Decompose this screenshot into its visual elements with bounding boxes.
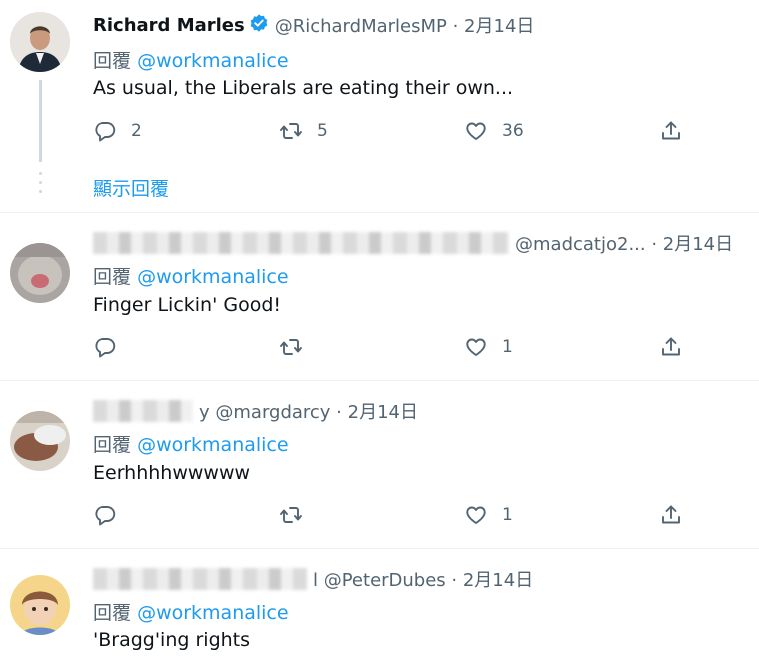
replying-to: 回覆 @workmanalice bbox=[93, 598, 289, 625]
avatar[interactable] bbox=[10, 12, 70, 72]
replying-to: 回覆 @workmanalice bbox=[93, 46, 289, 73]
mention-link[interactable]: @workmanalice bbox=[137, 50, 289, 72]
thread-dots bbox=[39, 172, 42, 199]
like-count: 1 bbox=[502, 505, 513, 525]
like-button[interactable]: 36 bbox=[464, 119, 524, 143]
tweet-text: Finger Lickin' Good! bbox=[93, 294, 282, 316]
mention-link[interactable]: @workmanalice bbox=[137, 434, 289, 456]
thread-line bbox=[39, 80, 42, 162]
verified-badge-icon bbox=[249, 13, 269, 38]
share-button[interactable] bbox=[659, 119, 683, 143]
reply-icon bbox=[95, 122, 116, 142]
share-icon bbox=[662, 505, 680, 524]
replying-label: 回覆 bbox=[93, 50, 132, 72]
tweet-header: Richard Marles @RichardMarlesMP · 2月14日 bbox=[93, 12, 534, 38]
tweet-header: l @PeterDubes · 2月14日 bbox=[93, 566, 533, 592]
share-button[interactable] bbox=[659, 335, 683, 359]
retweet-count: 5 bbox=[317, 121, 328, 141]
tweet-text: 'Bragg'ing rights bbox=[93, 629, 251, 651]
redacted-name bbox=[93, 568, 307, 590]
share-icon bbox=[662, 337, 680, 356]
action-bar: 1 bbox=[93, 335, 693, 365]
handle-and-date[interactable]: y @margdarcy · 2月14日 bbox=[199, 398, 418, 424]
like-count: 36 bbox=[502, 121, 524, 141]
like-count: 1 bbox=[502, 337, 513, 357]
handle-and-date[interactable]: @madcatjo2... · 2月14日 bbox=[515, 230, 733, 256]
retweet-icon bbox=[280, 339, 302, 355]
reply-count: 2 bbox=[131, 121, 142, 141]
tweet-header: @madcatjo2... · 2月14日 bbox=[93, 230, 733, 256]
share-button[interactable] bbox=[659, 503, 683, 527]
redacted-name bbox=[93, 232, 509, 254]
tweet-reply[interactable]: @madcatjo2... · 2月14日 回覆 @workmanalice F… bbox=[0, 213, 759, 380]
replying-label: 回覆 bbox=[93, 266, 132, 288]
reply-button[interactable]: 2 bbox=[93, 119, 142, 143]
reply-icon bbox=[95, 506, 116, 526]
avatar[interactable] bbox=[10, 411, 70, 471]
like-icon bbox=[466, 122, 486, 140]
retweet-icon bbox=[280, 123, 302, 139]
mention-link[interactable]: @workmanalice bbox=[137, 266, 289, 288]
handle-and-date[interactable]: @RichardMarlesMP · 2月14日 bbox=[275, 12, 535, 38]
like-button[interactable]: 1 bbox=[464, 503, 513, 527]
replying-label: 回覆 bbox=[93, 434, 132, 456]
redacted-name bbox=[93, 400, 193, 422]
like-button[interactable]: 1 bbox=[464, 335, 513, 359]
avatar[interactable] bbox=[10, 575, 70, 635]
like-icon bbox=[466, 506, 486, 524]
replying-to: 回覆 @workmanalice bbox=[93, 430, 289, 457]
tweet-text: Eerhhhhwwwww bbox=[93, 462, 251, 484]
tweet-reply[interactable]: l @PeterDubes · 2月14日 回覆 @workmanalice '… bbox=[0, 549, 759, 660]
reply-button[interactable] bbox=[93, 503, 117, 527]
retweet-button[interactable] bbox=[279, 335, 303, 359]
handle-and-date[interactable]: l @PeterDubes · 2月14日 bbox=[313, 566, 533, 592]
retweet-button[interactable] bbox=[279, 503, 303, 527]
retweet-icon bbox=[280, 507, 302, 523]
mention-link[interactable]: @workmanalice bbox=[137, 602, 289, 624]
retweet-button[interactable]: 5 bbox=[279, 119, 328, 143]
replying-to: 回覆 @workmanalice bbox=[93, 262, 289, 289]
action-bar: 2 5 36 bbox=[93, 119, 693, 149]
like-icon bbox=[466, 338, 486, 356]
replying-label: 回覆 bbox=[93, 602, 132, 624]
action-bar: 1 bbox=[93, 503, 693, 533]
show-replies-link[interactable]: 顯示回覆 bbox=[93, 174, 169, 201]
reply-icon bbox=[95, 338, 116, 358]
tweet-richard-marles[interactable]: Richard Marles @RichardMarlesMP · 2月14日 … bbox=[0, 0, 759, 212]
share-icon bbox=[662, 121, 680, 140]
tweet-text: As usual, the Liberals are eating their … bbox=[93, 77, 514, 99]
display-name[interactable]: Richard Marles bbox=[93, 15, 245, 36]
tweet-header: y @margdarcy · 2月14日 bbox=[93, 398, 418, 424]
avatar[interactable] bbox=[10, 243, 70, 303]
tweet-reply[interactable]: y @margdarcy · 2月14日 回覆 @workmanalice Ee… bbox=[0, 381, 759, 548]
reply-button[interactable] bbox=[93, 335, 117, 359]
